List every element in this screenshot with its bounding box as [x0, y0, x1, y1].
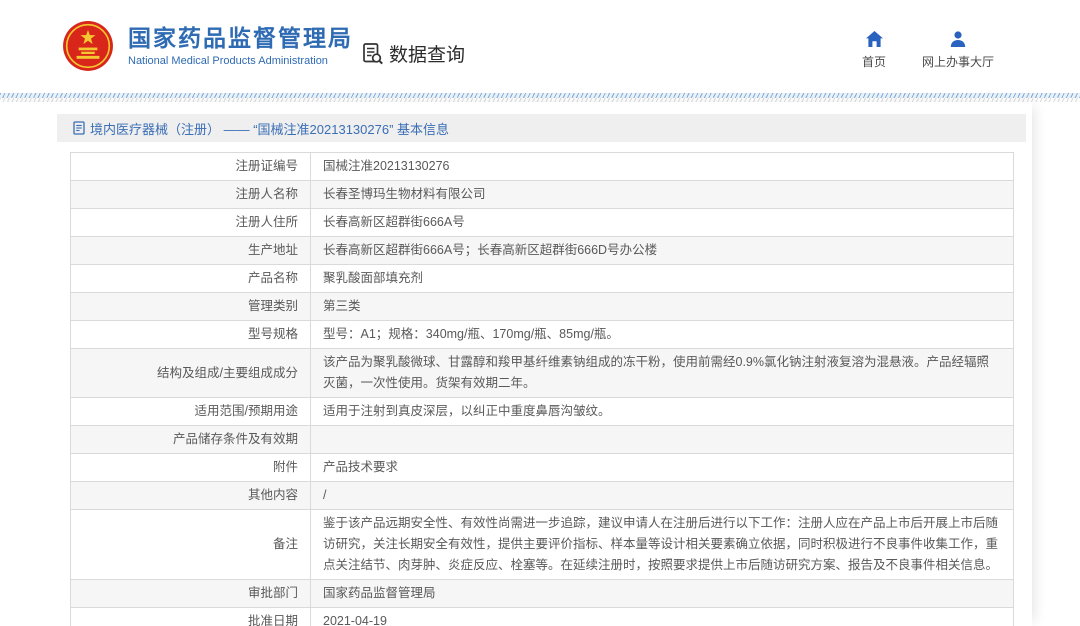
row-value: 聚乳酸面部填充剂	[311, 265, 1014, 293]
row-value: 该产品为聚乳酸微球、甘露醇和羧甲基纤维素钠组成的冻干粉，使用前需经0.9%氯化钠…	[311, 349, 1014, 398]
site-header: 国家药品监督管理局 National Medical Products Admi…	[0, 0, 1080, 93]
table-row: 产品储存条件及有效期	[71, 426, 1014, 454]
row-value: 长春圣博玛生物材料有限公司	[311, 181, 1014, 209]
table-row: 生产地址 长春高新区超群街666A号；长春高新区超群街666D号办公楼	[71, 237, 1014, 265]
data-query-label: 数据查询	[389, 40, 465, 67]
home-icon	[865, 30, 884, 48]
row-label: 产品储存条件及有效期	[71, 426, 311, 454]
table-row: 注册证编号 国械注准20213130276	[71, 153, 1014, 181]
nav-home-label: 首页	[862, 53, 886, 70]
page-title: 境内医疗器械（注册） —— “国械注准20213130276” 基本信息	[90, 119, 449, 138]
table-row: 适用范围/预期用途 适用于注射到真皮深层，以纠正中重度鼻唇沟皱纹。	[71, 398, 1014, 426]
table-row: 审批部门 国家药品监督管理局	[71, 580, 1014, 608]
user-icon	[949, 30, 967, 48]
table-row: 产品名称 聚乳酸面部填充剂	[71, 265, 1014, 293]
row-label: 管理类别	[71, 293, 311, 321]
table-row: 注册人名称 长春圣博玛生物材料有限公司	[71, 181, 1014, 209]
row-value: 2021-04-19	[311, 608, 1014, 626]
row-label: 注册证编号	[71, 153, 311, 181]
table-row: 其他内容 /	[71, 482, 1014, 510]
table-row: 附件 产品技术要求	[71, 454, 1014, 482]
page-doc-icon	[73, 121, 85, 135]
nav-service-hall-label: 网上办事大厅	[922, 53, 994, 70]
table-row: 型号规格 型号：A1；规格：340mg/瓶、170mg/瓶、85mg/瓶。	[71, 321, 1014, 349]
row-label: 型号规格	[71, 321, 311, 349]
table-row: 注册人住所 长春高新区超群街666A号	[71, 209, 1014, 237]
section-title-bar: 境内医疗器械（注册） —— “国械注准20213130276” 基本信息	[57, 114, 1026, 142]
row-label: 注册人住所	[71, 209, 311, 237]
table-row: 备注 鉴于该产品远期安全性、有效性尚需进一步追踪，建议申请人在注册后进行以下工作…	[71, 510, 1014, 580]
row-value: 长春高新区超群街666A号	[311, 209, 1014, 237]
row-value: 国家药品监督管理局	[311, 580, 1014, 608]
row-value: 型号：A1；规格：340mg/瓶、170mg/瓶、85mg/瓶。	[311, 321, 1014, 349]
info-table-body: 注册证编号 国械注准20213130276 注册人名称 长春圣博玛生物材料有限公…	[71, 153, 1014, 626]
row-value: /	[311, 482, 1014, 510]
row-label: 生产地址	[71, 237, 311, 265]
row-label: 审批部门	[71, 580, 311, 608]
row-value: 国械注准20213130276	[311, 153, 1014, 181]
row-value: 产品技术要求	[311, 454, 1014, 482]
row-label: 批准日期	[71, 608, 311, 626]
nav-item-home[interactable]: 首页	[856, 30, 892, 70]
content-panel: 境内医疗器械（注册） —— “国械注准20213130276” 基本信息 注册证…	[0, 102, 1032, 626]
document-search-icon	[362, 42, 384, 65]
table-row: 批准日期 2021-04-19	[71, 608, 1014, 626]
registration-info-table: 注册证编号 国械注准20213130276 注册人名称 长春圣博玛生物材料有限公…	[70, 152, 1014, 626]
table-row: 管理类别 第三类	[71, 293, 1014, 321]
row-value	[311, 426, 1014, 454]
table-row: 结构及组成/主要组成成分 该产品为聚乳酸微球、甘露醇和羧甲基纤维素钠组成的冻干粉…	[71, 349, 1014, 398]
logo-text: 国家药品监督管理局 National Medical Products Admi…	[128, 25, 353, 66]
row-value: 长春高新区超群街666A号；长春高新区超群街666D号办公楼	[311, 237, 1014, 265]
row-label: 附件	[71, 454, 311, 482]
row-label: 备注	[71, 510, 311, 580]
row-label: 结构及组成/主要组成成分	[71, 349, 311, 398]
org-name-en: National Medical Products Administration	[128, 55, 353, 67]
national-emblem-icon	[62, 20, 114, 72]
row-label: 注册人名称	[71, 181, 311, 209]
nmpa-logo[interactable]: 国家药品监督管理局 National Medical Products Admi…	[62, 20, 353, 72]
nav-item-service-hall[interactable]: 网上办事大厅	[922, 30, 994, 70]
row-label: 产品名称	[71, 265, 311, 293]
row-label: 其他内容	[71, 482, 311, 510]
row-value: 第三类	[311, 293, 1014, 321]
data-query-tab[interactable]: 数据查询	[362, 40, 465, 67]
org-name-cn: 国家药品监督管理局	[128, 25, 353, 51]
row-value: 鉴于该产品远期安全性、有效性尚需进一步追踪，建议申请人在注册后进行以下工作：注册…	[311, 510, 1014, 580]
top-nav: 首页 网上办事大厅	[856, 30, 994, 70]
row-value: 适用于注射到真皮深层，以纠正中重度鼻唇沟皱纹。	[311, 398, 1014, 426]
row-label: 适用范围/预期用途	[71, 398, 311, 426]
